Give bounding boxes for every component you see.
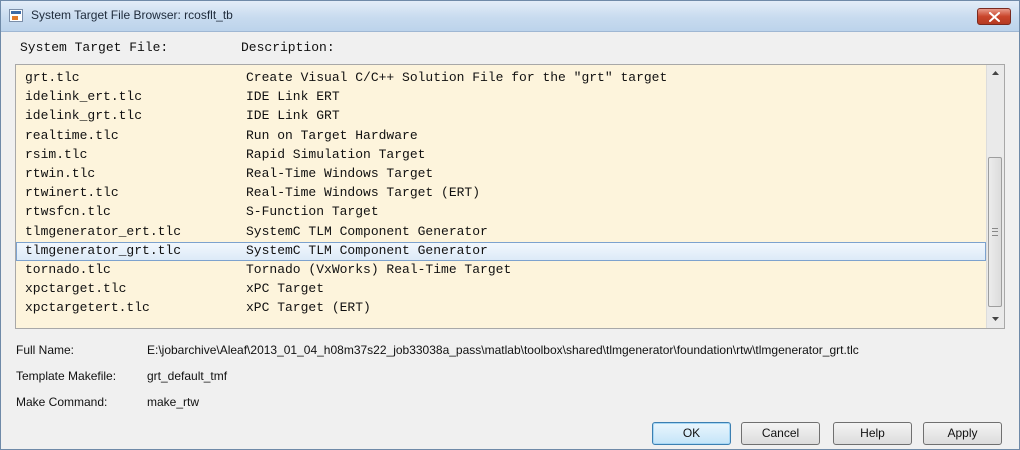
target-file-description: SystemC TLM Component Generator	[246, 242, 488, 258]
target-file-description: IDE Link GRT	[246, 108, 340, 124]
column-headers: System Target File: Description:	[15, 40, 1005, 58]
target-file-row[interactable]: xpctargetert.tlc xPC Target (ERT)	[16, 299, 986, 318]
list-scrollbar[interactable]	[986, 65, 1004, 328]
close-icon	[989, 12, 1000, 22]
make-command-row: Make Command: make_rtw	[16, 395, 199, 409]
target-file-name: tornado.tlc	[25, 261, 111, 277]
target-file-name: rtwin.tlc	[25, 165, 96, 181]
target-file-rows: grt.tlc Create Visual C/C++ Solution File…	[16, 69, 986, 318]
target-file-name: tlmgenerator_grt.tlc	[25, 242, 182, 258]
target-file-description: Create Visual C/C++ Solution File for th…	[246, 70, 668, 85]
target-file-description: SystemC TLM Component Generator	[246, 223, 488, 239]
arrow-down-icon	[992, 317, 999, 321]
full-name-value: E:\jobarchive\Aleaf\2013_01_04_h08m37s22…	[147, 343, 859, 357]
target-file-description: xPC Target	[246, 281, 325, 297]
cancel-button[interactable]: Cancel	[741, 422, 820, 445]
apply-button[interactable]: Apply	[923, 422, 1002, 445]
close-button[interactable]	[977, 8, 1011, 25]
target-file-row[interactable]: rtwin.tlc Real-Time Windows Target	[16, 165, 986, 184]
target-file-name: xpctarget.tlc	[25, 281, 127, 297]
target-file-row[interactable]: idelink_ert.tlc IDE Link ERT	[16, 88, 986, 107]
arrow-up-icon	[992, 71, 999, 75]
target-file-name: grt.tlc	[25, 70, 80, 85]
scrollbar-grip-icon	[992, 228, 998, 236]
full-name-row: Full Name: E:\jobarchive\Aleaf\2013_01_0…	[16, 343, 859, 357]
target-file-row[interactable]: tlmgenerator_ert.tlc SystemC TLM Componen…	[16, 223, 986, 242]
template-makefile-row: Template Makefile: grt_default_tmf	[16, 369, 227, 383]
full-name-label: Full Name:	[16, 343, 75, 357]
target-file-name: realtime.tlc	[25, 127, 119, 143]
target-file-description: IDE Link ERT	[246, 89, 340, 105]
target-file-row[interactable]: tlmgenerator_grt.tlc SystemC TLM Componen…	[16, 241, 986, 261]
target-file-row[interactable]: rtwsfcn.tlc S-Function Target	[16, 203, 986, 222]
target-file-row[interactable]: xpctarget.tlc xPC Target	[16, 280, 986, 299]
header-description: Description:	[241, 40, 335, 55]
window-title: System Target File Browser: rcosflt_tb	[31, 8, 233, 22]
scroll-down-button[interactable]	[987, 311, 1004, 328]
make-command-value: make_rtw	[147, 395, 200, 409]
target-file-name: idelink_ert.tlc	[25, 89, 143, 105]
template-makefile-label: Template Makefile:	[16, 369, 117, 383]
target-file-row[interactable]: tornado.tlc Tornado (VxWorks) Real-Time T…	[16, 261, 986, 280]
target-file-row[interactable]: rsim.tlc Rapid Simulation Target	[16, 146, 986, 165]
target-file-row[interactable]: grt.tlc Create Visual C/C++ Solution File…	[16, 69, 986, 88]
target-file-row[interactable]: realtime.tlc Run on Target Hardware	[16, 127, 986, 146]
target-file-description: Rapid Simulation Target	[246, 146, 426, 162]
target-file-name: rtwinert.tlc	[25, 185, 119, 201]
target-file-description: Run on Target Hardware	[246, 127, 418, 143]
target-file-description: S-Function Target	[246, 204, 379, 220]
target-file-row[interactable]: rtwinert.tlc Real-Time Windows Target (ER…	[16, 184, 986, 203]
scrollbar-thumb[interactable]	[988, 157, 1002, 307]
title-bar[interactable]: System Target File Browser: rcosflt_tb	[1, 1, 1019, 32]
target-file-description: Real-Time Windows Target	[246, 165, 434, 181]
scroll-up-button[interactable]	[987, 65, 1004, 82]
target-file-name: rsim.tlc	[25, 146, 88, 162]
help-button[interactable]: Help	[833, 422, 912, 445]
ok-button[interactable]: OK	[652, 422, 731, 445]
dialog-window: System Target File Browser: rcosflt_tb S…	[0, 0, 1020, 450]
target-file-name: xpctargetert.tlc	[25, 300, 150, 316]
target-file-name: rtwsfcn.tlc	[25, 204, 111, 220]
target-file-name: tlmgenerator_ert.tlc	[25, 223, 182, 239]
target-file-name: idelink_grt.tlc	[25, 108, 143, 124]
target-file-description: xPC Target (ERT)	[246, 300, 371, 316]
target-file-description: Real-Time Windows Target (ERT)	[246, 185, 481, 201]
app-window-icon	[9, 9, 23, 22]
target-file-row[interactable]: idelink_grt.tlc IDE Link GRT	[16, 107, 986, 126]
target-file-list[interactable]: grt.tlc Create Visual C/C++ Solution File…	[15, 64, 1005, 329]
target-file-description: Tornado (VxWorks) Real-Time Target	[246, 261, 512, 277]
make-command-label: Make Command:	[16, 395, 108, 409]
template-makefile-value: grt_default_tmf	[147, 369, 228, 383]
header-system-target-file: System Target File:	[20, 40, 169, 55]
